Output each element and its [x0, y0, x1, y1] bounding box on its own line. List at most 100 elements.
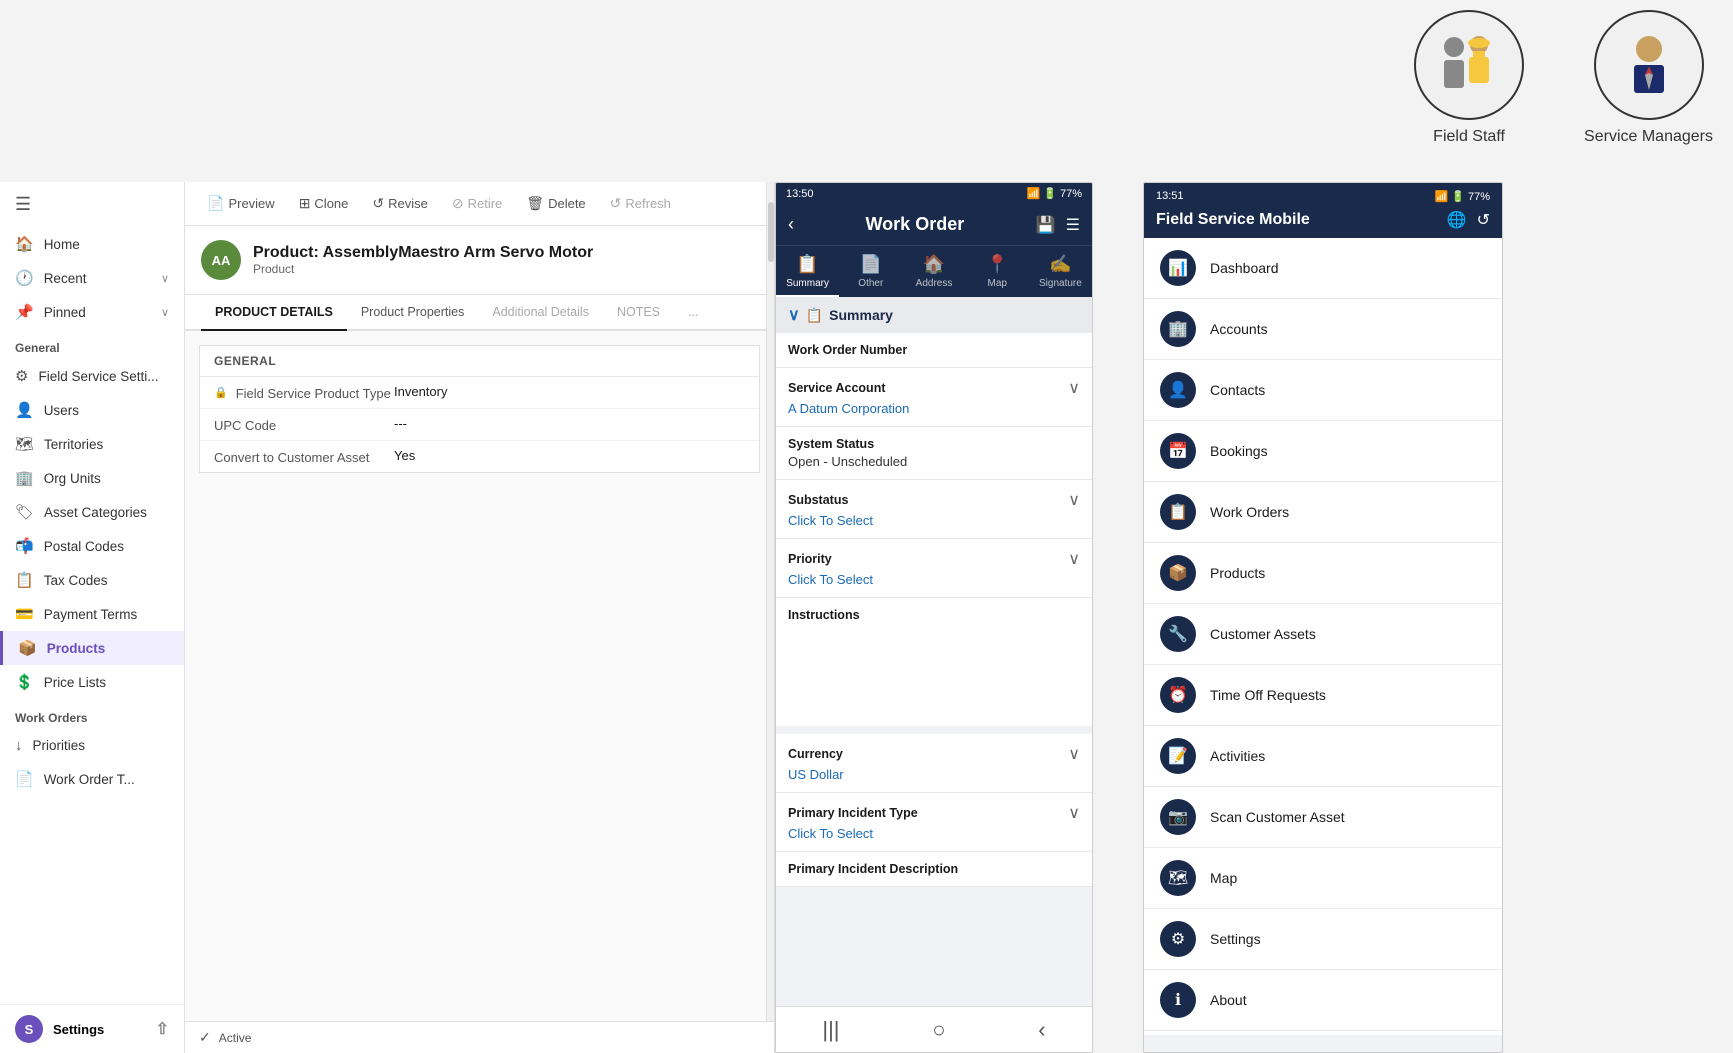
fsm-nav-map[interactable]: 🗺 Map: [1144, 848, 1502, 909]
nav-tab-other[interactable]: 📄 Other: [839, 246, 902, 297]
tab-more[interactable]: ...: [674, 295, 712, 331]
mobile-status-bar: 13:50 📶 🔋 77%: [776, 183, 1092, 204]
refresh-button[interactable]: ↺ Refresh: [600, 190, 681, 217]
sidebar-item-home[interactable]: 🏠 Home: [0, 227, 184, 261]
primary-incident-type-field[interactable]: Primary Incident Type ∨ Click To Select: [776, 793, 1092, 852]
clone-icon: ⊞: [299, 195, 311, 212]
fsm-settings-icon: ⚙: [1171, 929, 1185, 949]
price-lists-icon: 💲: [15, 673, 34, 691]
tab-product-details[interactable]: PRODUCT DETAILS: [201, 295, 347, 331]
currency-field[interactable]: Currency ∨ US Dollar: [776, 734, 1092, 793]
primary-incident-dropdown[interactable]: ∨: [1068, 803, 1080, 823]
substatus-dropdown[interactable]: ∨: [1068, 490, 1080, 510]
address-nav-icon: 🏠: [923, 254, 945, 275]
fsm-nav-about[interactable]: ℹ About: [1144, 970, 1502, 1031]
fsm-nav-products[interactable]: 📦 Products: [1144, 543, 1502, 604]
scan-icon-circle: 📷: [1160, 799, 1196, 835]
fsm-nav-activities[interactable]: 📝 Activities: [1144, 726, 1502, 787]
nav-tab-address[interactable]: 🏠 Address: [902, 246, 965, 297]
tab-notes[interactable]: NOTES: [603, 295, 674, 331]
fsm-nav-feedback[interactable]: 💬 Feedback: [1144, 1031, 1502, 1035]
sidebar-item-org-units[interactable]: 🏢 Org Units: [0, 461, 184, 495]
contacts-icon-circle: 👤: [1160, 372, 1196, 408]
priorities-icon: ↓: [15, 737, 23, 754]
work-order-types-icon: 📄: [15, 770, 34, 788]
retire-button[interactable]: ⊘ Retire: [442, 190, 512, 217]
left-sidebar: ☰ 🏠 Home 🕐 Recent ∨ 📌 Pinned ∨ General ⚙…: [0, 182, 185, 1053]
bookings-icon-circle: 📅: [1160, 433, 1196, 469]
bottom-nav-home[interactable]: ○: [932, 1017, 945, 1043]
sidebar-item-work-order-types[interactable]: 📄 Work Order T...: [0, 762, 184, 796]
fsm-nav-scan-customer-asset[interactable]: 📷 Scan Customer Asset: [1144, 787, 1502, 848]
sidebar-item-territories[interactable]: 🗺 Territories: [0, 427, 184, 461]
revise-button[interactable]: ↺ Revise: [362, 190, 437, 217]
tab-additional-details[interactable]: Additional Details: [478, 295, 603, 331]
convert-asset-value: Yes: [394, 448, 415, 465]
sidebar-item-pinned[interactable]: 📌 Pinned ∨: [0, 295, 184, 329]
work-order-mobile-screen: 13:50 📶 🔋 77% ‹ Work Order 💾 ☰ 📋 Summary…: [775, 182, 1093, 1053]
time-off-icon-circle: ⏰: [1160, 677, 1196, 713]
fsm-nav-accounts[interactable]: 🏢 Accounts: [1144, 299, 1502, 360]
mobile-signal: 📶 🔋 77%: [1026, 187, 1082, 200]
tax-codes-icon: 📋: [15, 571, 34, 589]
sidebar-item-users[interactable]: 👤 Users: [0, 393, 184, 427]
service-account-dropdown[interactable]: ∨: [1068, 378, 1080, 398]
fsm-nav-contacts[interactable]: 👤 Contacts: [1144, 360, 1502, 421]
clone-button[interactable]: ⊞ Clone: [289, 190, 359, 217]
settings-expand-icon: ⇧: [156, 1019, 169, 1039]
fsm-globe-icon[interactable]: 🌐: [1447, 210, 1467, 230]
priority-dropdown[interactable]: ∨: [1068, 549, 1080, 569]
customer-assets-icon: 🔧: [1168, 624, 1188, 644]
menu-icon[interactable]: ☰: [1066, 215, 1080, 235]
bottom-nav-back[interactable]: ‹: [1038, 1017, 1045, 1043]
fsm-nav-customer-assets[interactable]: 🔧 Customer Assets: [1144, 604, 1502, 665]
work-order-nav-tabs: 📋 Summary 📄 Other 🏠 Address 📍 Map ✍ Sign…: [776, 245, 1092, 297]
dashboard-icon: 📊: [1168, 258, 1188, 278]
sidebar-item-recent[interactable]: 🕐 Recent ∨: [0, 261, 184, 295]
fsm-refresh-icon[interactable]: ↺: [1477, 210, 1490, 230]
sidebar-item-payment-terms[interactable]: 💳 Payment Terms: [0, 597, 184, 631]
preview-button[interactable]: 📄 Preview: [197, 190, 285, 217]
back-button[interactable]: ‹: [788, 214, 794, 235]
tab-product-properties[interactable]: Product Properties: [347, 295, 479, 331]
fsm-products-icon: 📦: [1168, 563, 1188, 583]
work-order-header: ‹ Work Order 💾 ☰: [776, 204, 1092, 245]
fsm-nav-settings[interactable]: ⚙ Settings: [1144, 909, 1502, 970]
collapse-icon: ∨: [788, 305, 800, 325]
priority-field[interactable]: Priority ∨ Click To Select: [776, 539, 1092, 598]
scrollbar[interactable]: [766, 182, 774, 1053]
preview-icon: 📄: [207, 195, 224, 212]
service-account-field[interactable]: Service Account ∨ A Datum Corporation: [776, 368, 1092, 427]
fsm-status-bar: 13:51 📶 🔋 77%: [1156, 187, 1490, 206]
sidebar-settings-footer[interactable]: S Settings ⇧: [0, 1004, 184, 1053]
delete-button[interactable]: 🗑 Delete: [516, 190, 595, 217]
activities-icon: 📝: [1168, 746, 1188, 766]
signature-nav-icon: ✍: [1049, 254, 1071, 275]
currency-dropdown[interactable]: ∨: [1068, 744, 1080, 764]
sidebar-item-asset-categories[interactable]: 🏷 Asset Categories: [0, 495, 184, 529]
fsm-products-icon-circle: 📦: [1160, 555, 1196, 591]
mobile-bottom-nav: ||| ○ ‹: [776, 1006, 1092, 1052]
nav-tab-map[interactable]: 📍 Map: [966, 246, 1029, 297]
sidebar-item-priorities[interactable]: ↓ Priorities: [0, 729, 184, 762]
fsm-nav-time-off[interactable]: ⏰ Time Off Requests: [1144, 665, 1502, 726]
sidebar-item-price-lists[interactable]: 💲 Price Lists: [0, 665, 184, 699]
fsm-nav-bookings[interactable]: 📅 Bookings: [1144, 421, 1502, 482]
pinned-chevron: ∨: [161, 306, 169, 319]
upc-code-label: UPC Code: [214, 416, 394, 433]
fsm-nav-dashboard[interactable]: 📊 Dashboard: [1144, 238, 1502, 299]
save-icon[interactable]: 💾: [1036, 215, 1056, 235]
sidebar-item-tax-codes[interactable]: 📋 Tax Codes: [0, 563, 184, 597]
nav-tab-signature[interactable]: ✍ Signature: [1029, 246, 1092, 297]
sidebar-item-postal-codes[interactable]: 📬 Postal Codes: [0, 529, 184, 563]
sidebar-item-products[interactable]: 📦 Products: [0, 631, 184, 665]
substatus-field[interactable]: Substatus ∨ Click To Select: [776, 480, 1092, 539]
record-header: AA Product: AssemblyMaestro Arm Servo Mo…: [185, 226, 774, 295]
bottom-nav-menu[interactable]: |||: [822, 1017, 839, 1043]
scrollbar-thumb[interactable]: [768, 202, 774, 262]
refresh-icon: ↺: [610, 195, 622, 212]
nav-tab-summary[interactable]: 📋 Summary: [776, 246, 839, 297]
hamburger-menu[interactable]: ☰: [0, 182, 184, 227]
sidebar-item-field-service-settings[interactable]: ⚙ Field Service Setti...: [0, 359, 184, 393]
fsm-nav-work-orders[interactable]: 📋 Work Orders: [1144, 482, 1502, 543]
